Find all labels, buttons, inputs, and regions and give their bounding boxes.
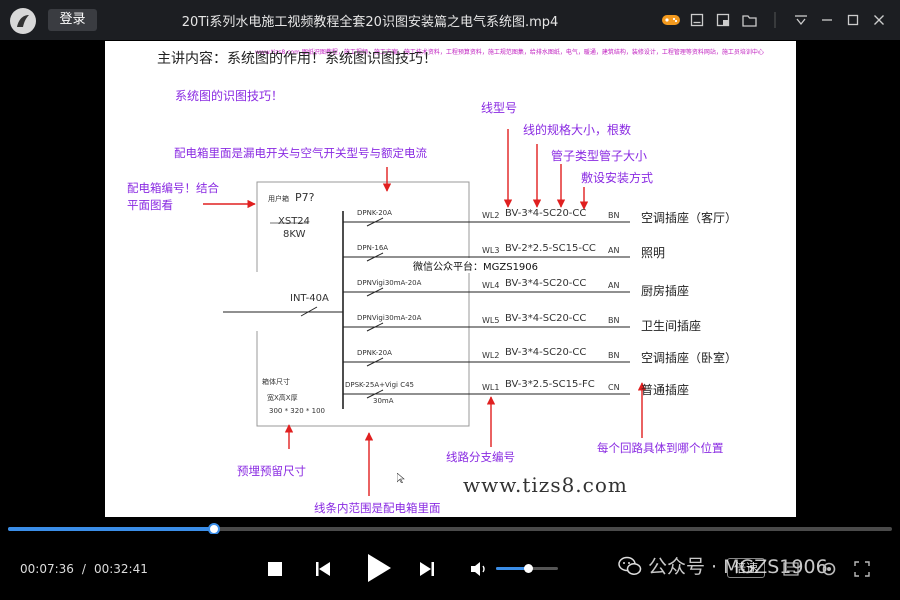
progress-fill xyxy=(8,527,214,531)
annotation-wire-size: 线的规格大小，根数 xyxy=(523,123,632,137)
wechat-icon xyxy=(618,555,642,579)
circuit-code: WL5 xyxy=(482,316,500,325)
skip-next-icon xyxy=(420,562,434,576)
slide-subheading: 系统图的识图技巧！ xyxy=(175,89,284,103)
circuit-destination: 照明 xyxy=(641,246,666,260)
box-label: 用户箱 xyxy=(268,195,289,203)
playlist-button[interactable] xyxy=(780,558,802,580)
circuit-phase: BN xyxy=(608,351,620,360)
circuit-switch: DPSK-25A+Vigi C45 xyxy=(345,381,414,389)
title-bar: 登录 20Ti系列水电施工视频教程全套20识图安装篇之电气系统图.mp4 xyxy=(0,0,900,40)
annotation-location: 每个回路具体到哪个位置 xyxy=(597,441,724,455)
time-separator: / xyxy=(81,562,86,576)
circuit-phase: AN xyxy=(608,281,620,290)
circuit-code: WL1 xyxy=(482,383,500,392)
annotation-pipe: 管子类型管子大小 xyxy=(551,149,648,163)
maximize-icon[interactable] xyxy=(840,8,866,32)
circuit-code: WL2 xyxy=(482,211,500,220)
play-icon xyxy=(368,554,391,582)
folder-icon[interactable] xyxy=(736,8,762,32)
play-button[interactable] xyxy=(362,551,396,585)
video-title: 20Ti系列水电施工视频教程全套20识图安装篇之电气系统图.mp4 xyxy=(181,15,559,30)
circuit-destination: 卫生间插座 xyxy=(641,319,702,333)
circuit-switch: DPNK-20A xyxy=(357,209,392,217)
time-display: 00:07:36 / 00:32:41 xyxy=(20,562,152,576)
mouse-cursor-icon xyxy=(397,473,405,483)
circuit-destination: 普通插座 xyxy=(641,383,690,397)
circuit-cable: BV-2*2.5-SC15-CC xyxy=(505,243,596,254)
close-icon[interactable] xyxy=(866,8,892,32)
stop-button[interactable] xyxy=(264,558,286,580)
circuit-destination: 空调插座（卧室） xyxy=(641,351,738,365)
fullscreen-button[interactable] xyxy=(851,558,873,580)
circuit-destination: 空调插座（客厅） xyxy=(641,211,738,225)
video-frame-slide[interactable]: www.tizs8.com 图纸识图教程，施工视频，施工方案，施工技术资料，工程… xyxy=(105,41,796,517)
subtitle-icon[interactable] xyxy=(684,8,710,32)
total-time: 00:32:41 xyxy=(93,562,148,576)
circuit-phase: BN xyxy=(608,316,620,325)
circuit-phase: CN xyxy=(608,383,620,392)
current-time: 00:07:36 xyxy=(20,562,74,576)
next-button[interactable] xyxy=(415,557,439,581)
previous-button[interactable] xyxy=(311,557,335,581)
circuit-cable: BV-3*4-SC20-CC xyxy=(505,278,587,289)
window-separator xyxy=(762,8,788,32)
rcd-note: 30mA xyxy=(373,397,394,405)
circuit-cable: BV-3*4-SC20-CC xyxy=(505,347,587,358)
game-icon[interactable] xyxy=(658,8,684,32)
annotation-install: 敷设安装方式 xyxy=(581,171,654,185)
player-controls: 00:07:36/00:32:41 倍速 公众号 · MGZS1906 xyxy=(0,534,900,600)
main-switch-label: INT-40A xyxy=(290,293,329,304)
circuit-cable: BV-3*2.5-SC15-FC xyxy=(505,379,595,390)
app-logo-icon[interactable] xyxy=(10,8,36,34)
circuit-code: WL2 xyxy=(482,351,500,360)
slide-heading: 主讲内容：系统图的作用！系统图识图技巧！ xyxy=(157,51,437,67)
annotation-branch: 线路分支编号 xyxy=(446,450,515,464)
circuit-destination: 厨房插座 xyxy=(641,284,690,298)
login-button[interactable]: 登录 xyxy=(48,9,97,31)
circuit-phase: BN xyxy=(608,211,620,220)
gear-icon xyxy=(822,562,836,576)
speaker-icon xyxy=(471,562,485,576)
volume-button[interactable] xyxy=(468,558,490,580)
box-size-value: 300 * 320 * 100 xyxy=(269,407,325,415)
skip-previous-icon xyxy=(316,562,330,576)
box-power: 8KW xyxy=(283,229,306,240)
annotation-breaker: 配电箱里面是漏电开关与空气开关型号与额定电流 xyxy=(174,146,427,160)
settings-button[interactable] xyxy=(818,558,840,580)
annotation-reserved: 预埋预留尺寸 xyxy=(237,464,306,478)
minimize-icon[interactable] xyxy=(814,8,840,32)
circuit-switch: DPNK-20A xyxy=(357,349,392,357)
box-size-label: 箱体尺寸 xyxy=(262,378,290,386)
site-watermark: www.tizs8.com xyxy=(463,473,628,497)
mini-window-icon[interactable] xyxy=(710,8,736,32)
annotation-box-id-2: 平面图看 xyxy=(127,198,173,212)
circuit-cable: BV-3*4-SC20-CC xyxy=(505,208,587,219)
fullscreen-icon xyxy=(854,561,870,577)
circuit-phase: AN xyxy=(608,246,620,255)
circuit-code: WL4 xyxy=(482,281,500,290)
box-model: XST24 xyxy=(278,216,311,227)
circuit-code: WL3 xyxy=(482,246,500,255)
box-size-dims: 宽X高X厚 xyxy=(267,394,298,402)
playlist-icon xyxy=(783,562,799,576)
box-code: P7? xyxy=(295,191,315,204)
circuit-cable: BV-3*4-SC20-CC xyxy=(505,313,587,324)
circuit-switch: DPNVigi30mA-20A xyxy=(357,314,422,322)
annotation-wire-type: 线型号 xyxy=(481,101,518,115)
volume-handle[interactable] xyxy=(523,564,533,573)
menu-icon[interactable] xyxy=(788,8,814,32)
window-controls xyxy=(658,8,892,32)
annotation-lines-range: 线条内范围是配电箱里面 xyxy=(314,501,441,515)
annotation-box-id-1: 配电箱编号！结合 xyxy=(127,181,219,195)
circuit-switch: DPNVigi30mA-20A xyxy=(357,279,422,287)
circuit-switch: DPN-16A xyxy=(357,244,389,252)
wechat-overlay: 微信公众平台：MGZS1906 xyxy=(413,258,539,273)
stop-icon xyxy=(268,562,282,576)
